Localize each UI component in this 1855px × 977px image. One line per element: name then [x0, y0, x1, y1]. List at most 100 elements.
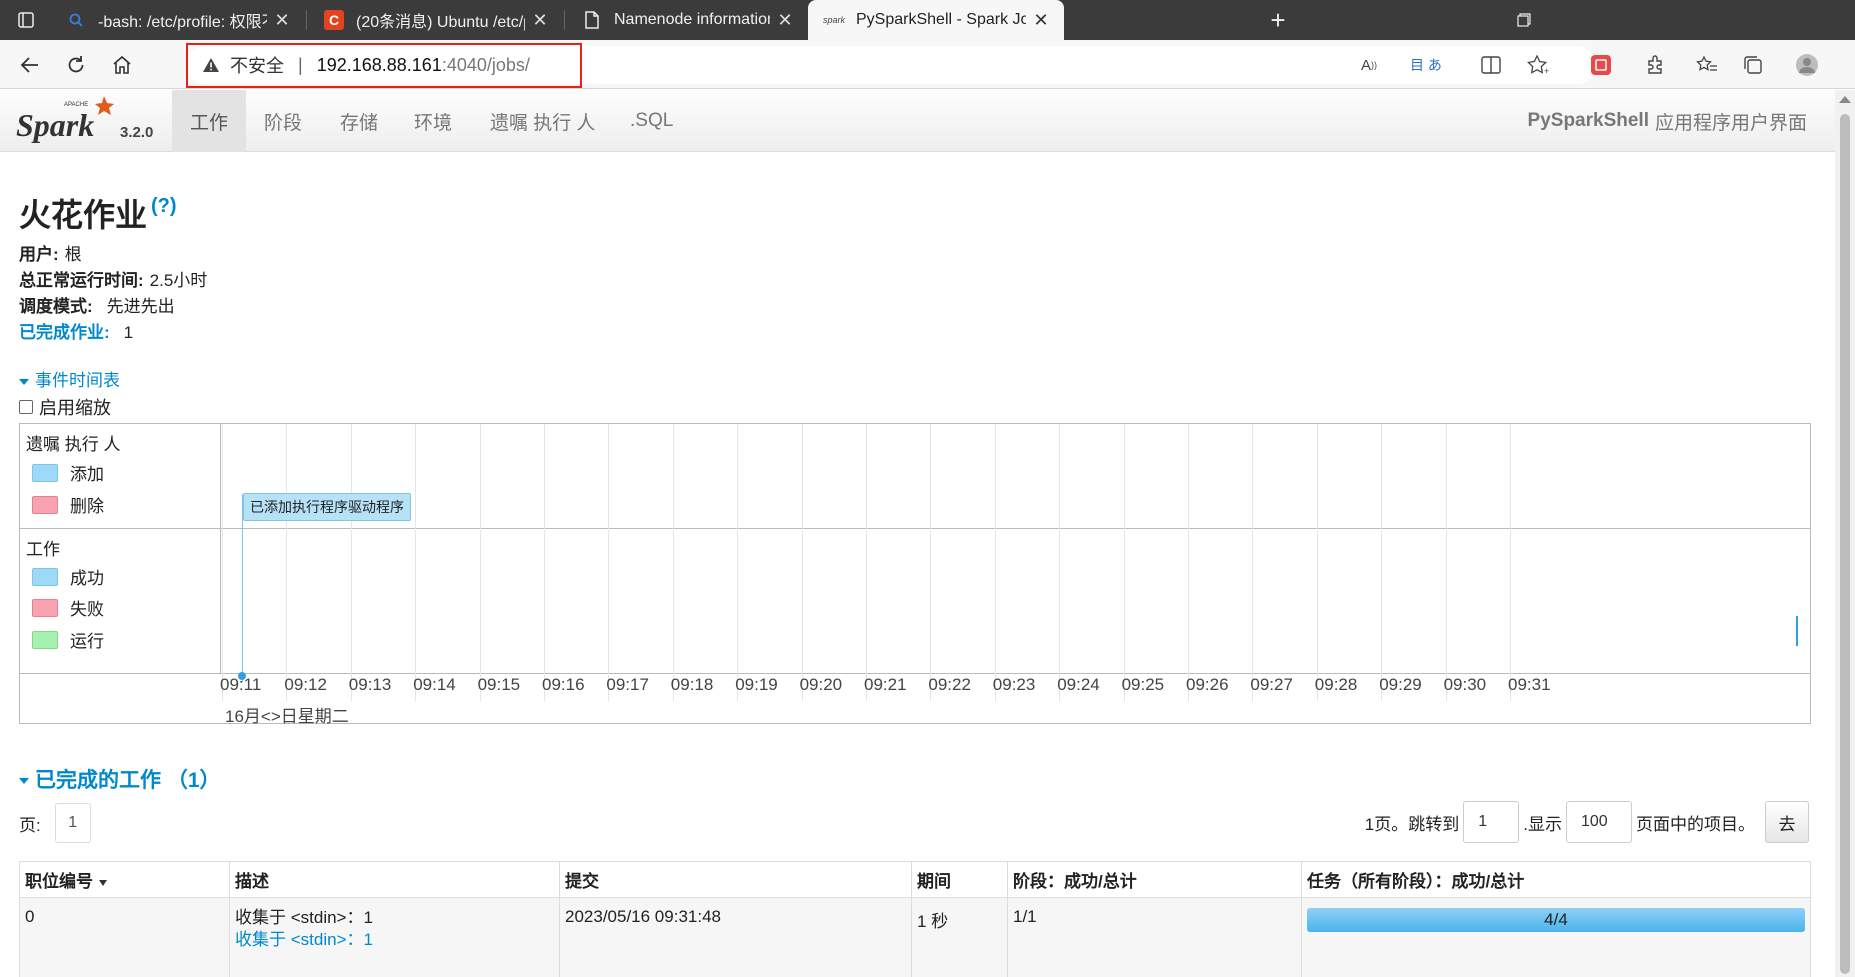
timeline-tick-label: 09:12: [284, 675, 327, 694]
timeline-gridline: [1510, 424, 1511, 701]
scrollbar-thumb[interactable]: [1840, 114, 1850, 974]
timeline-tick-label: 09:24: [1057, 675, 1100, 694]
caret-down-icon: [19, 778, 29, 785]
legend-label: 运行: [70, 632, 104, 651]
event-timeline[interactable]: 遗嘱 执行 人 添加 删除 工作 成功 失败 运行 09:11 09:12 09…: [19, 423, 1811, 726]
close-icon[interactable]: ✕: [267, 5, 297, 35]
user-value: 根: [64, 245, 82, 264]
legend-label: 失败: [70, 600, 104, 619]
pagination-left: 页: 1: [19, 803, 91, 843]
caret-down-icon: [19, 378, 29, 385]
page-icon: [582, 10, 602, 30]
timeline-gridline: [1252, 424, 1254, 701]
translate-icon[interactable]: 目 あ: [1402, 52, 1450, 78]
timeline-gridline: [222, 424, 223, 701]
nav-executors[interactable]: 遗嘱 执行 人: [472, 90, 614, 152]
legend-swatch: [32, 630, 58, 649]
summary-completed: 已完成作业: 1: [19, 320, 207, 346]
executor-event-point[interactable]: [238, 672, 246, 680]
enable-zoom[interactable]: 启用缩放: [19, 394, 111, 420]
col-description[interactable]: 描述: [229, 861, 560, 898]
page-title-text: 火花作业: [19, 197, 148, 233]
col-submitted[interactable]: 提交: [559, 861, 912, 898]
legend-job-failed: 失败: [32, 595, 104, 620]
scheduling-label: 调度模式:: [19, 297, 93, 316]
job-event-marker[interactable]: [1796, 616, 1798, 646]
scroll-up-icon[interactable]: [1839, 96, 1851, 103]
nav-storage[interactable]: 存储: [322, 90, 396, 152]
timeline-gridline: [415, 424, 417, 701]
restore-window-icon[interactable]: [1504, 0, 1544, 40]
help-link[interactable]: (?): [151, 195, 177, 217]
legend-swatch: [32, 495, 58, 514]
close-icon[interactable]: ✕: [770, 5, 800, 35]
home-icon[interactable]: [104, 47, 140, 83]
tab-csdn[interactable]: C (20条消息) Ubuntu /etc/profile权 ✕: [308, 0, 563, 40]
enable-zoom-checkbox[interactable]: [19, 400, 33, 414]
timeline-tick-label: 09:30: [1443, 675, 1487, 694]
tab-spark-jobs[interactable]: spark PySparkShell - Spark Jobs ✕: [808, 0, 1064, 40]
duration-cell: 1 秒: [911, 897, 1008, 977]
page-number-button[interactable]: 1: [54, 803, 91, 843]
nav-stages[interactable]: 阶段: [246, 90, 320, 152]
tab-actions-icon[interactable]: [6, 0, 46, 40]
tasks-progress-text: 4/4: [1544, 910, 1568, 929]
event-timeline-toggle[interactable]: 事件时间表: [19, 366, 120, 391]
timeline-tick-label: 09:29: [1379, 675, 1422, 694]
submitted-cell: 2023/05/16 09:31:48: [559, 897, 912, 977]
nav-sql[interactable]: .SQL: [612, 90, 691, 152]
profile-avatar-icon[interactable]: [1794, 52, 1820, 78]
tab-bash-search[interactable]: -bash: /etc/profile: 权限不够 - 搜 ✕: [50, 0, 305, 40]
col-stages[interactable]: 阶段：成功/总计: [1007, 861, 1302, 898]
go-button[interactable]: 去: [1765, 801, 1809, 843]
collections-icon[interactable]: [1740, 52, 1766, 78]
executor-added-event[interactable]: 已添加执行程序驱动程序: [243, 493, 411, 521]
add-favorite-icon[interactable]: +: [1525, 52, 1551, 78]
completed-jobs-section-toggle[interactable]: 已完成的工作 （1）: [19, 764, 221, 794]
job-summary: 用户: 根 总正常运行时间: 2.5小时 调度模式: 先进先出 已完成作业: 1: [19, 242, 207, 346]
timeline-tick-label: 09:28: [1314, 675, 1358, 694]
close-icon[interactable]: ✕: [525, 5, 555, 35]
legend-label: 删除: [70, 497, 104, 516]
timeline-legend-column: 遗嘱 执行 人 添加 删除 工作 成功 失败 运行: [20, 424, 221, 673]
timeline-tick-label: 09:22: [928, 675, 971, 694]
spark-logo[interactable]: APACHE Spark: [16, 94, 166, 150]
col-duration[interactable]: 期间: [911, 861, 1008, 898]
tab-namenode[interactable]: Namenode information ✕: [566, 0, 808, 40]
favorites-icon[interactable]: [1694, 52, 1720, 78]
extension-red-icon[interactable]: [1588, 52, 1614, 78]
col-job-id-label: 职位编号: [25, 872, 93, 891]
back-icon[interactable]: [12, 47, 48, 83]
tab-title: (20条消息) Ubuntu /etc/profile权: [356, 14, 525, 31]
description-link[interactable]: 收集于 <stdin>：1: [235, 929, 554, 951]
reload-icon[interactable]: [58, 47, 94, 83]
app-title: PySparkShell 应用程序用户界面: [1528, 90, 1807, 152]
tasks-cell: 4/4: [1301, 897, 1811, 977]
jump-to-page-input[interactable]: 1: [1463, 801, 1520, 843]
nav-environment[interactable]: 环境: [396, 90, 470, 152]
tab-title: PySparkShell - Spark Jobs: [856, 11, 1026, 28]
page-title: 火花作业 (?): [19, 190, 177, 236]
page-size-input[interactable]: 100: [1566, 801, 1632, 843]
timeline-grid[interactable]: 09:11 09:12 09:13 09:14 09:15 09:16 09:17 09:18…: [220, 424, 1811, 701]
enable-zoom-label: 启用缩放: [39, 398, 111, 418]
legend-executor-removed: 删除: [32, 492, 104, 517]
close-icon[interactable]: ✕: [1026, 5, 1056, 35]
timeline-gridline: [286, 424, 288, 701]
split-screen-icon[interactable]: [1478, 52, 1504, 78]
timeline-tick-label: 09:31: [1508, 675, 1551, 694]
new-tab-icon[interactable]: +: [1258, 0, 1298, 40]
read-aloud-icon[interactable]: A)): [1356, 52, 1382, 78]
summary-user: 用户: 根: [19, 242, 207, 268]
timeline-gridline: [1123, 424, 1125, 701]
col-job-id[interactable]: 职位编号: [19, 861, 230, 898]
table-row: 0 收集于 <stdin>：1 收集于 <stdin>：1 2023/05/16…: [19, 897, 1811, 977]
nav-jobs[interactable]: 工作: [172, 90, 247, 152]
extensions-icon[interactable]: [1642, 52, 1668, 78]
app-name: PySparkShell: [1527, 110, 1649, 131]
completed-jobs-link[interactable]: 已完成作业:: [19, 320, 110, 346]
stages-cell: 1/1: [1007, 897, 1302, 977]
search-icon: [66, 10, 86, 30]
col-tasks[interactable]: 任务（所有阶段）：成功/总计: [1301, 861, 1811, 898]
page-scrollbar[interactable]: [1835, 90, 1855, 977]
